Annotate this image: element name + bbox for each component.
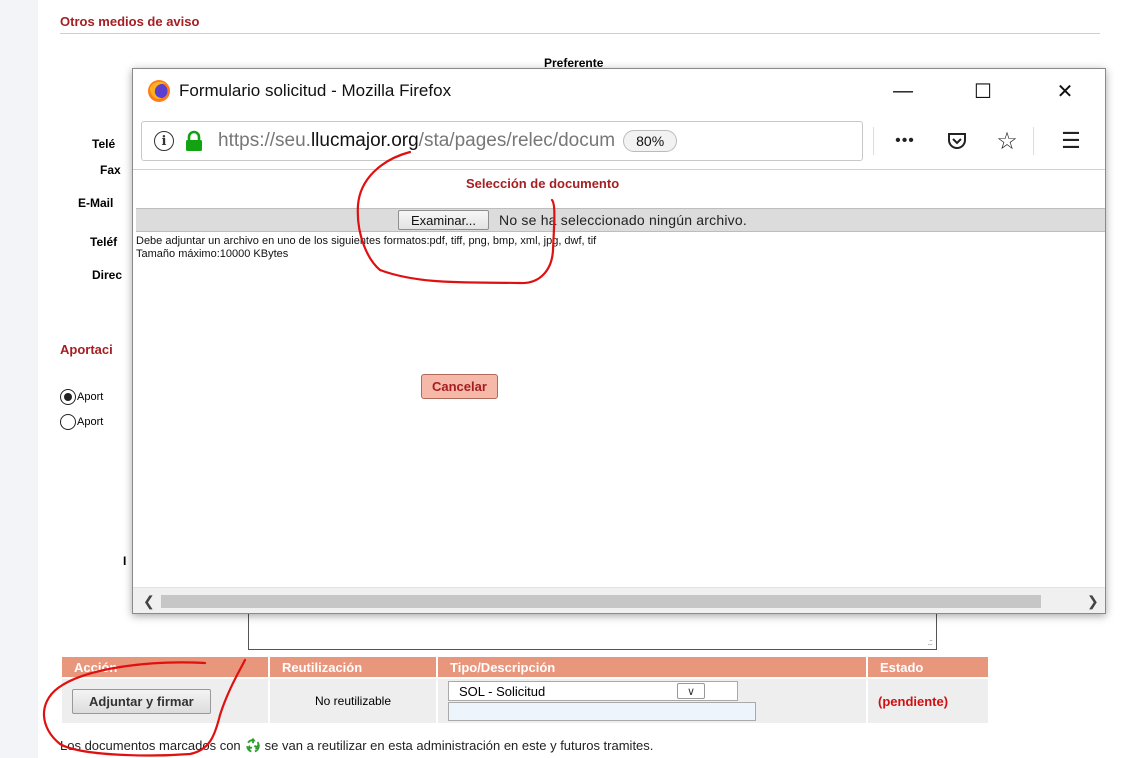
file-picker-row: Examinar... No se ha seleccionado ningún… [136, 208, 1105, 232]
url-prefix: https://seu. [218, 130, 311, 151]
fax-label: Fax [100, 163, 121, 177]
status-badge: (pendiente) [878, 693, 949, 709]
header-action: Acción [62, 657, 268, 679]
url-bar[interactable]: i https://seu.llucmajor.org/sta/pages/re… [141, 121, 863, 161]
lock-icon[interactable] [184, 130, 204, 152]
navigation-toolbar: i https://seu.llucmajor.org/sta/pages/re… [133, 113, 1105, 169]
phone2-label: Teléf [90, 235, 118, 249]
cancel-button[interactable]: Cancelar [421, 374, 498, 399]
footnote-text-after: se van a reutilizar en esta administraci… [264, 737, 654, 753]
phone-label: Telé [92, 137, 116, 151]
firefox-popup-window: Formulario solicitud - Mozilla Firefox —… [132, 68, 1106, 614]
browse-button[interactable]: Examinar... [398, 210, 490, 230]
menu-icon[interactable]: ☰ [1057, 127, 1085, 155]
radio-option-1-label: Aport [77, 391, 104, 403]
email-label: E-Mail [78, 196, 114, 210]
bookmark-star-icon[interactable]: ☆ [993, 127, 1021, 155]
window-title: Formulario solicitud - Mozilla Firefox [179, 81, 452, 100]
cell-type-description: SOL - Solicitud ∨ [438, 679, 866, 723]
scroll-left-icon[interactable]: ❮ [143, 593, 155, 610]
popup-content: Selección de documento Examinar... No se… [133, 169, 1105, 587]
attach-and-sign-button[interactable]: Adjuntar y firmar [72, 688, 211, 714]
section-title-other-notice: Otros medios de aviso [60, 14, 200, 29]
close-button[interactable]: ✕ [1035, 75, 1095, 107]
document-type-select[interactable]: SOL - Solicitud ∨ [448, 681, 738, 701]
popup-heading: Selección de documento [466, 176, 620, 191]
cell-reuse: No reutilizable [270, 679, 436, 723]
header-reuse: Reutilización [270, 657, 436, 679]
chevron-down-icon[interactable]: ∨ [677, 683, 705, 699]
table-row: Adjuntar y firmar No reutilizable SOL - … [62, 679, 988, 723]
url-path: /sta/pages/relec/docum [418, 130, 616, 151]
cell-action: Adjuntar y firmar [62, 679, 268, 723]
scroll-right-icon[interactable]: ❯ [1087, 593, 1099, 610]
firefox-logo-icon [148, 80, 170, 102]
section-title-contribution: Aportaci [60, 342, 113, 357]
horizontal-scrollbar[interactable]: ❮ ❯ [133, 587, 1105, 613]
address-label: Direc [92, 268, 123, 282]
toolbar-separator [1033, 127, 1034, 155]
url-text[interactable]: https://seu.llucmajor.org/sta/pages/rele… [218, 130, 615, 152]
header-type-description: Tipo/Descripción [438, 657, 866, 679]
radio-option-2-label: Aport [77, 416, 104, 428]
radio-unchecked-icon[interactable] [60, 414, 76, 430]
footnote-text-before: Los documentos marcados con [60, 737, 241, 753]
description-input[interactable] [448, 702, 756, 721]
radio-option-1[interactable]: Aport [60, 389, 103, 405]
document-type-selected: SOL - Solicitud [459, 683, 546, 699]
maximize-button[interactable]: ☐ [953, 75, 1013, 107]
no-file-selected-text: No se ha seleccionado ningún archivo. [499, 212, 747, 228]
resize-grip-icon[interactable]: .:: [927, 637, 932, 647]
allowed-formats-text: Debe adjuntar un archivo en uno de los s… [136, 235, 597, 247]
recycle-icon [245, 737, 260, 753]
reuse-footnote: Los documentos marcados con se van a reu… [60, 736, 653, 754]
left-margin-strip [0, 0, 38, 758]
radio-checked-icon[interactable] [60, 389, 76, 405]
window-titlebar[interactable]: Formulario solicitud - Mozilla Firefox —… [133, 69, 1105, 113]
minimize-button[interactable]: — [873, 75, 933, 107]
more-icon[interactable]: ••• [891, 127, 919, 155]
hidden-label-fragment: I [123, 554, 127, 568]
cell-status: (pendiente) [868, 679, 988, 723]
site-info-icon[interactable]: i [154, 131, 174, 151]
documents-table: Acción Reutilización Tipo/Descripción Es… [60, 657, 990, 723]
scroll-thumb[interactable] [161, 595, 1041, 608]
observations-textarea[interactable]: .:: [248, 610, 937, 650]
max-size-text: Tamaño máximo:10000 KBytes [136, 248, 289, 260]
section-divider [60, 33, 1100, 34]
radio-option-2[interactable]: Aport [60, 414, 103, 430]
url-domain: llucmajor.org [310, 130, 419, 151]
pocket-icon[interactable] [943, 127, 971, 155]
zoom-level-badge[interactable]: 80% [623, 130, 678, 152]
toolbar-separator [873, 127, 874, 155]
header-status: Estado [868, 657, 988, 679]
